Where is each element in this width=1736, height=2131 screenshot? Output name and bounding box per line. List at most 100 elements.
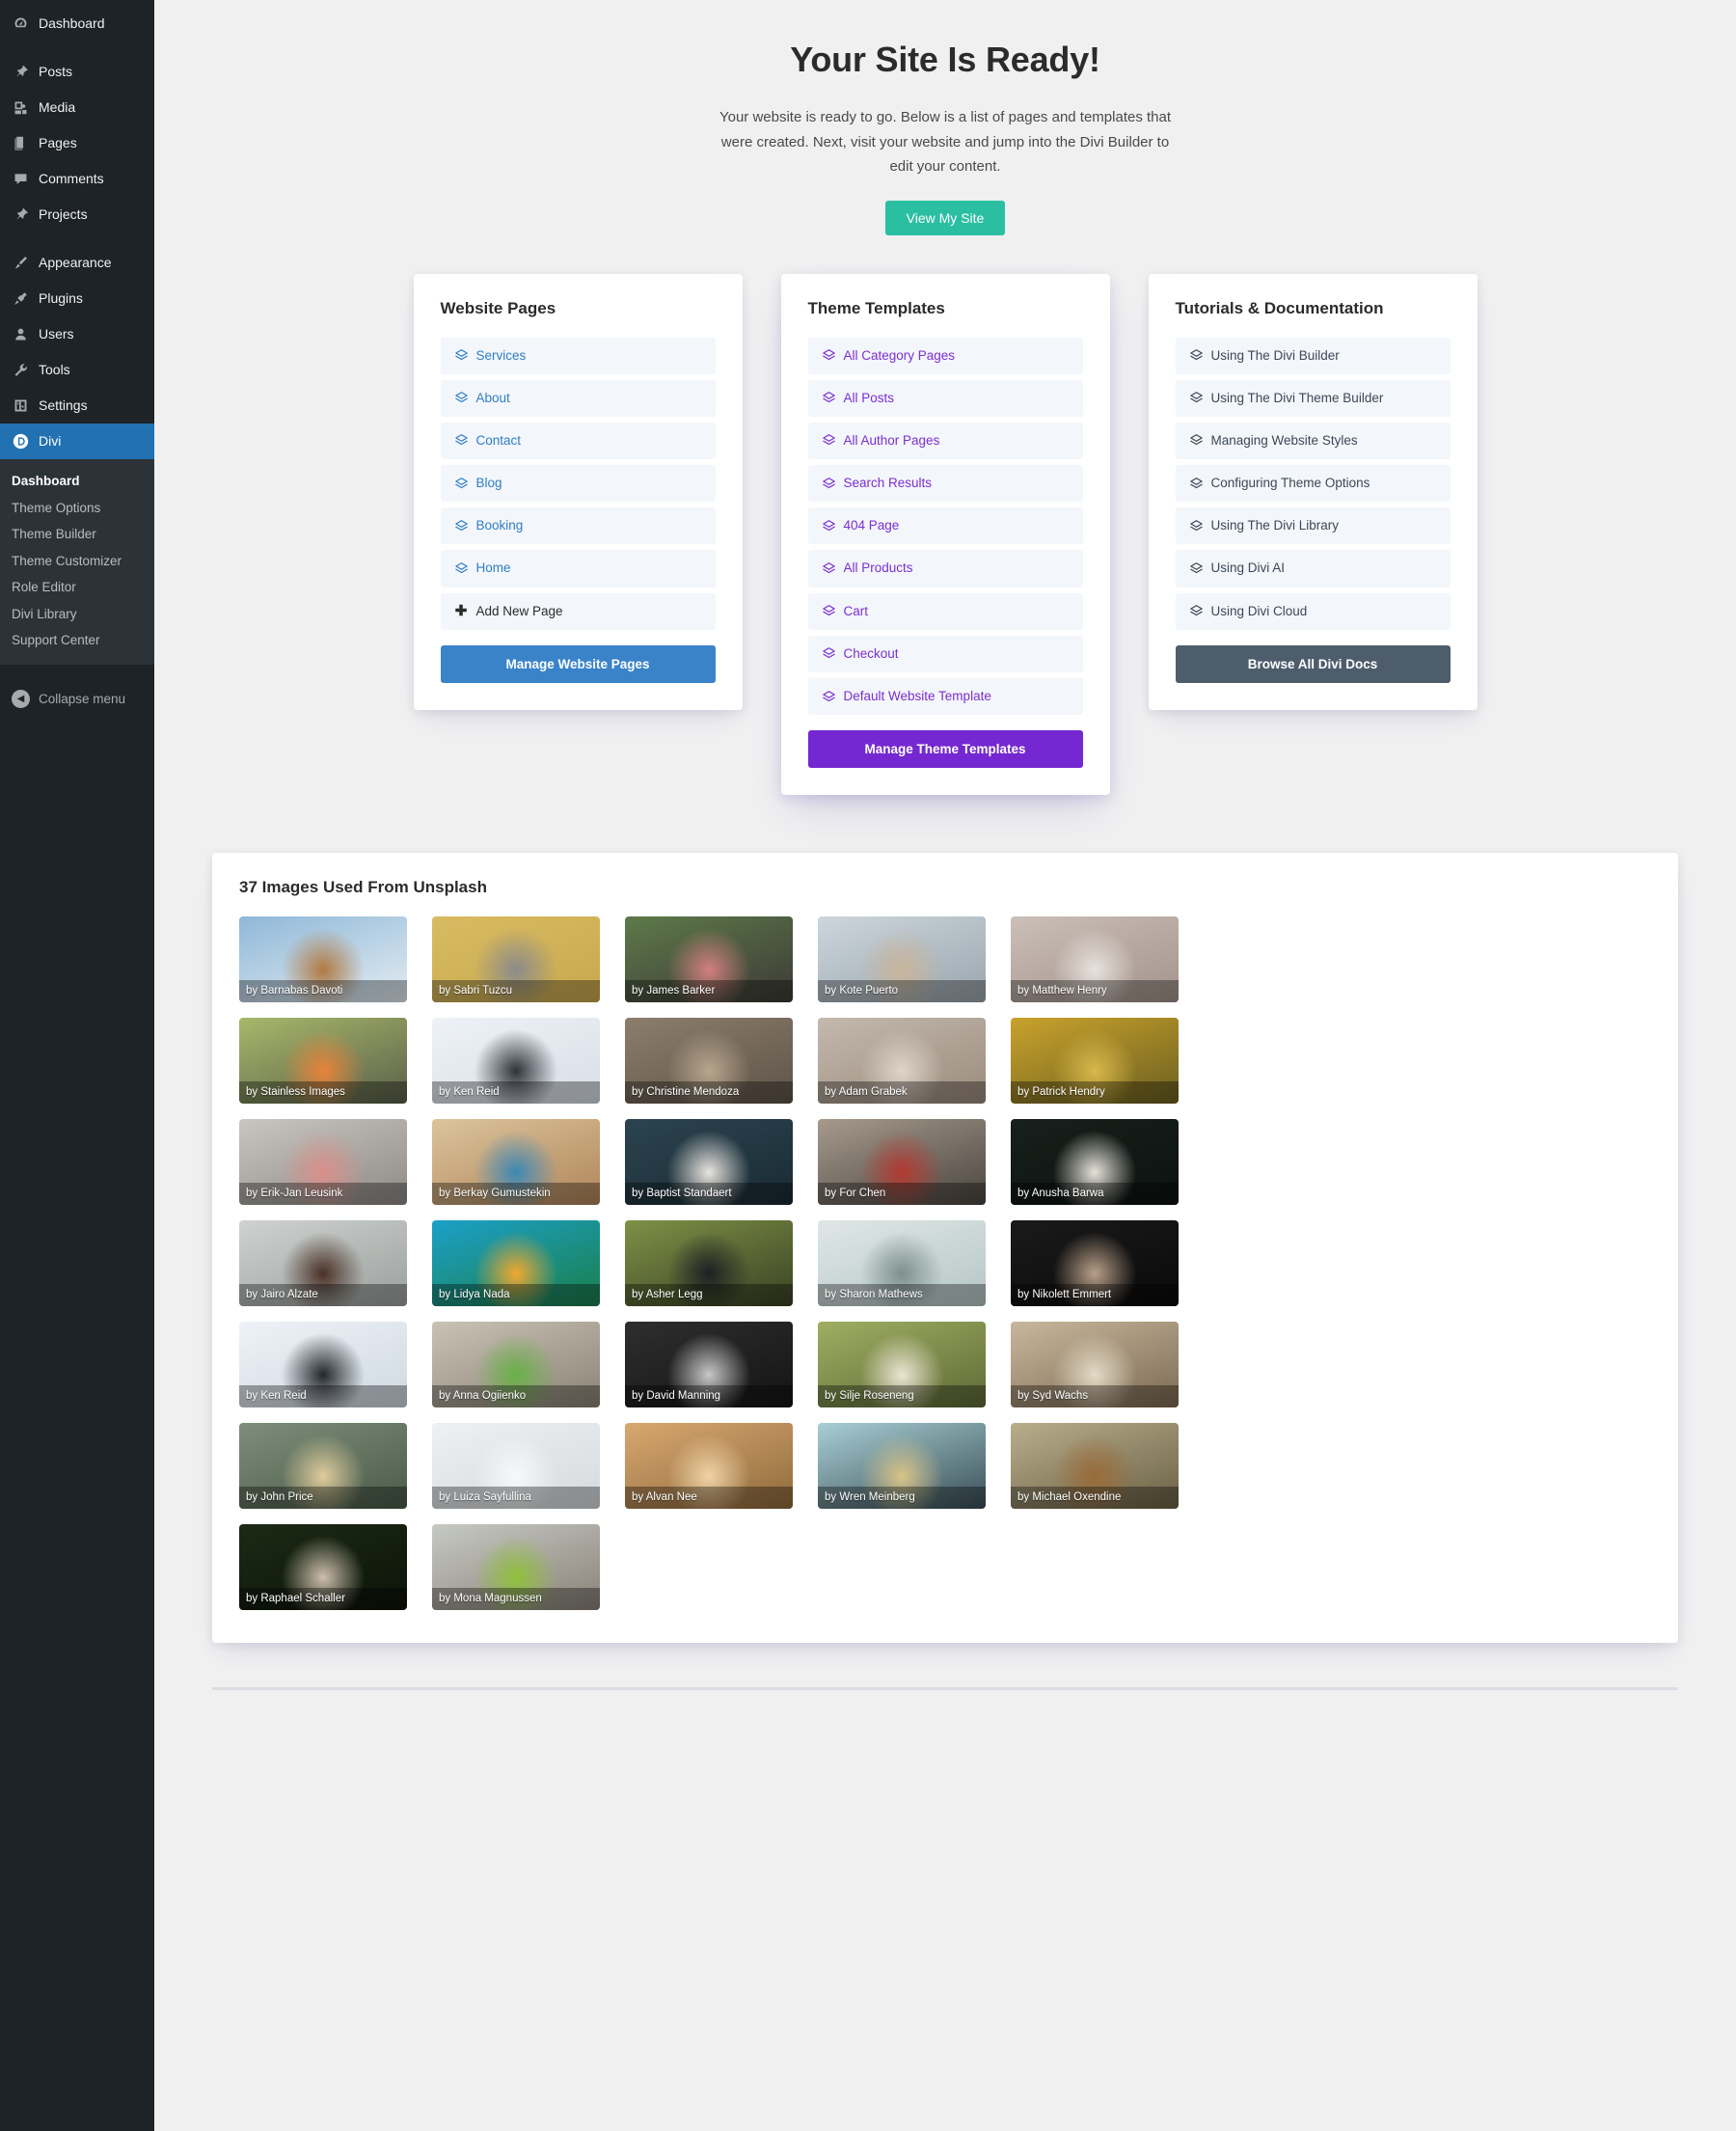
photo-credit: by Berkay Gumustekin <box>432 1182 600 1206</box>
sidebar-item-divi[interactable]: Divi <box>0 423 154 459</box>
image-tile[interactable]: by Christine Mendoza <box>625 1018 793 1105</box>
image-tile[interactable]: by Barnabas Davoti <box>239 916 407 1003</box>
image-tile[interactable]: by Baptist Standaert <box>625 1119 793 1206</box>
theme-template-item[interactable]: All Posts <box>807 379 1083 417</box>
sidebar-item-dashboard[interactable]: Dashboard <box>0 6 154 41</box>
image-tile[interactable]: by Syd Wachs <box>1011 1322 1179 1408</box>
divi-layers-icon <box>454 519 469 533</box>
image-tile[interactable]: by For Chen <box>818 1119 986 1206</box>
sidebar-item-tools[interactable]: Tools <box>0 352 154 388</box>
image-tile[interactable]: by Mona Magnussen <box>432 1524 600 1611</box>
photo-credit: by Wren Meinberg <box>818 1486 986 1510</box>
image-tile[interactable]: by David Manning <box>625 1322 793 1408</box>
documentation-item[interactable]: Using The Divi Theme Builder <box>1175 379 1451 417</box>
image-tile[interactable]: by Silje Roseneng <box>818 1322 986 1408</box>
image-tile[interactable]: by Ken Reid <box>432 1018 600 1105</box>
documentation-item[interactable]: Using Divi AI <box>1175 550 1451 587</box>
pin-icon <box>12 205 30 224</box>
sidebar-item-settings[interactable]: Settings <box>0 388 154 423</box>
documentation-item[interactable]: Using Divi Cloud <box>1175 592 1451 630</box>
theme-templates-card: Theme Templates All Category Pages All Po… <box>780 273 1110 796</box>
photo-credit: by Asher Legg <box>625 1283 793 1307</box>
image-tile[interactable]: by Michael Oxendine <box>1011 1423 1179 1510</box>
theme-template-item[interactable]: 404 Page <box>807 507 1083 545</box>
manage-website-pages-button[interactable]: Manage Website Pages <box>440 644 716 683</box>
theme-template-item[interactable]: Search Results <box>807 465 1083 503</box>
sidebar-item-appearance[interactable]: Appearance <box>0 245 154 281</box>
website-page-item[interactable]: Blog <box>440 465 716 503</box>
image-tile[interactable]: by Lidya Nada <box>432 1220 600 1307</box>
manage-theme-templates-button[interactable]: Manage Theme Templates <box>807 730 1083 769</box>
sidebar-item-projects[interactable]: Projects <box>0 197 154 232</box>
documentation-item-label: Managing Website Styles <box>1210 432 1358 448</box>
image-tile[interactable]: by Stainless Images <box>239 1018 407 1105</box>
documentation-item[interactable]: Using The Divi Builder <box>1175 337 1451 374</box>
sidebar-item-pages[interactable]: Pages <box>0 125 154 161</box>
documentation-item-label: Using The Divi Theme Builder <box>1210 390 1384 405</box>
image-tile[interactable]: by Alvan Nee <box>625 1423 793 1510</box>
sidebar-item-comments[interactable]: Comments <box>0 161 154 197</box>
image-tile[interactable]: by Anusha Barwa <box>1011 1119 1179 1206</box>
dashboard-icon <box>12 14 30 33</box>
documentation-item[interactable]: Using The Divi Library <box>1175 507 1451 545</box>
image-tile[interactable]: by Jairo Alzate <box>239 1220 407 1307</box>
image-tile[interactable]: by Ken Reid <box>239 1322 407 1408</box>
theme-template-item-label: Default Website Template <box>843 689 991 703</box>
browse-all-divi-docs-button[interactable]: Browse All Divi Docs <box>1175 644 1451 683</box>
image-tile[interactable]: by Luiza Sayfullina <box>432 1423 600 1510</box>
submenu-item-role-editor[interactable]: Role Editor <box>0 574 154 601</box>
sidebar-item-media[interactable]: Media <box>0 90 154 125</box>
image-tile[interactable]: by Erik-Jan Leusink <box>239 1119 407 1206</box>
image-tile[interactable]: by Asher Legg <box>625 1220 793 1307</box>
add-new-page-row[interactable]: ✚ Add New Page <box>440 592 716 630</box>
website-page-item[interactable]: Booking <box>440 507 716 545</box>
image-tile[interactable]: by Wren Meinberg <box>818 1423 986 1510</box>
image-tile[interactable]: by John Price <box>239 1423 407 1510</box>
image-grid: by Barnabas Davoti by Sabri Tuzcu by James… <box>239 916 1651 1611</box>
image-tile[interactable]: by Anna Ogiienko <box>432 1322 600 1408</box>
photo-credit: by Luiza Sayfullina <box>432 1486 600 1510</box>
submenu-item-support-center[interactable]: Support Center <box>0 627 154 654</box>
collapse-menu-button[interactable]: ◀ Collapse menu <box>0 678 154 720</box>
theme-template-item[interactable]: All Products <box>807 550 1083 587</box>
photo-credit: by Lidya Nada <box>432 1283 600 1307</box>
theme-template-item[interactable]: Checkout <box>807 635 1083 672</box>
image-tile[interactable]: by James Barker <box>625 916 793 1003</box>
sidebar-item-users[interactable]: Users <box>0 316 154 352</box>
sidebar-item-plugins[interactable]: Plugins <box>0 281 154 316</box>
submenu-item-theme-customizer[interactable]: Theme Customizer <box>0 548 154 575</box>
submenu-item-theme-builder[interactable]: Theme Builder <box>0 521 154 548</box>
website-page-item[interactable]: About <box>440 379 716 417</box>
image-tile[interactable]: by Berkay Gumustekin <box>432 1119 600 1206</box>
image-tile[interactable]: by Sabri Tuzcu <box>432 916 600 1003</box>
sidebar-item-label: Appearance <box>39 255 112 271</box>
image-tile[interactable]: by Nikolett Emmert <box>1011 1220 1179 1307</box>
unsplash-images-panel: 37 Images Used From Unsplash by Barnabas… <box>212 853 1678 1644</box>
theme-template-item[interactable]: Default Website Template <box>807 678 1083 716</box>
image-tile[interactable]: by Adam Grabek <box>818 1018 986 1105</box>
photo-credit: by Anusha Barwa <box>1011 1182 1179 1206</box>
sidebar-item-posts[interactable]: Posts <box>0 54 154 90</box>
documentation-item[interactable]: Configuring Theme Options <box>1175 465 1451 503</box>
view-my-site-button[interactable]: View My Site <box>884 200 1006 235</box>
submenu-item-divi-library[interactable]: Divi Library <box>0 601 154 628</box>
sidebar-item-label: Posts <box>39 64 73 80</box>
website-pages-title: Website Pages <box>440 298 556 317</box>
website-page-item[interactable]: Services <box>440 337 716 374</box>
documentation-item[interactable]: Managing Website Styles <box>1175 422 1451 460</box>
photo-credit: by Jairo Alzate <box>239 1283 407 1307</box>
theme-template-item[interactable]: Cart <box>807 592 1083 630</box>
image-tile[interactable]: by Raphael Schaller <box>239 1524 407 1611</box>
website-page-item[interactable]: Contact <box>440 422 716 460</box>
divi-layers-icon <box>822 690 836 704</box>
submenu-item-theme-options[interactable]: Theme Options <box>0 495 154 522</box>
image-tile[interactable]: by Matthew Henry <box>1011 916 1179 1003</box>
image-tile[interactable]: by Kote Puerto <box>818 916 986 1003</box>
theme-template-item[interactable]: All Author Pages <box>807 422 1083 460</box>
submenu-item-dashboard[interactable]: Dashboard <box>0 468 154 495</box>
image-tile[interactable]: by Patrick Hendry <box>1011 1018 1179 1105</box>
divi-layers-icon <box>822 391 836 405</box>
website-page-item[interactable]: Home <box>440 550 716 587</box>
image-tile[interactable]: by Sharon Mathews <box>818 1220 986 1307</box>
theme-template-item[interactable]: All Category Pages <box>807 337 1083 374</box>
